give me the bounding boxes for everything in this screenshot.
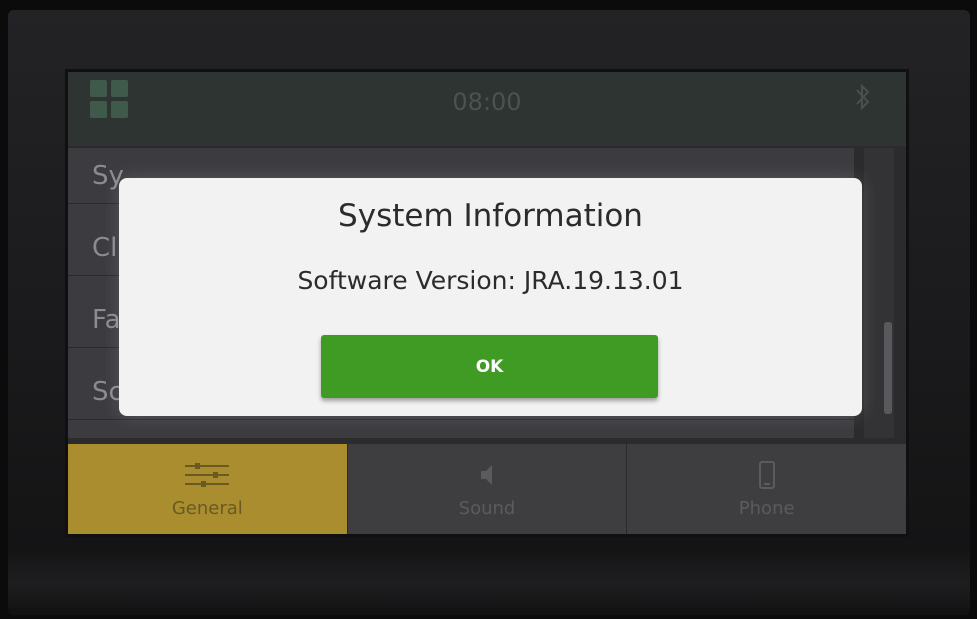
dialog-title: System Information	[338, 198, 643, 234]
ok-button[interactable]: OK	[321, 335, 658, 398]
phone-icon	[758, 460, 775, 489]
tab-sound[interactable]: Sound	[348, 444, 628, 534]
scrollbar-thumb[interactable]	[884, 322, 892, 414]
status-clock: 08:00	[452, 88, 522, 116]
tab-general-label: General	[171, 497, 243, 519]
system-information-dialog: System Information Software Version: JRA…	[119, 178, 862, 416]
tab-phone[interactable]: Phone	[627, 444, 906, 534]
tab-sound-label: Sound	[458, 497, 516, 519]
tab-phone-label: Phone	[738, 497, 795, 519]
status-bar: 08:00	[68, 72, 906, 146]
speaker-icon	[481, 464, 492, 485]
sliders-icon	[185, 462, 230, 487]
device-bezel-lip	[8, 548, 970, 608]
tab-bar: General Sound Phone	[68, 444, 906, 534]
software-version-text: Software Version: JRA.19.13.01	[297, 266, 684, 295]
tab-general[interactable]: General	[68, 444, 348, 534]
bluetooth-icon	[856, 83, 870, 111]
